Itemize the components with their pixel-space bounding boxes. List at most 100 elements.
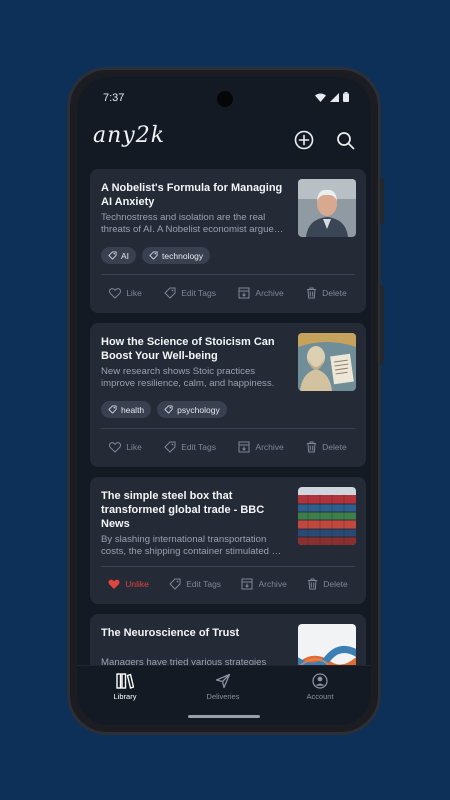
tag-icon — [108, 251, 117, 260]
article-description: Technostress and isolation are the real … — [101, 212, 284, 235]
article-card[interactable]: How the Science of Stoicism Can Boost Yo… — [90, 323, 366, 467]
edit-tags-label: Edit Tags — [181, 288, 217, 298]
tag-label: health — [121, 404, 145, 415]
heart-outline-icon — [109, 441, 122, 453]
trash-icon — [308, 578, 318, 590]
archive-button[interactable]: Archive — [238, 441, 284, 453]
tag-chip[interactable]: health — [101, 401, 152, 418]
archive-label: Archive — [255, 288, 284, 298]
tag-icon — [108, 405, 117, 414]
add-button[interactable] — [291, 127, 317, 153]
tag-chip[interactable]: technology — [142, 247, 211, 264]
unlike-button[interactable]: Unlike — [108, 579, 149, 590]
trash-icon — [307, 287, 317, 299]
nav-deliveries-label: Deliveries — [206, 692, 240, 701]
divider — [101, 566, 355, 567]
search-button[interactable] — [332, 127, 358, 153]
archive-button[interactable]: Archive — [241, 578, 287, 590]
tag-outline-icon — [164, 287, 176, 299]
article-card[interactable]: The simple steel box that transformed gl… — [90, 477, 366, 604]
heart-outline-icon — [109, 287, 122, 299]
divider — [101, 428, 355, 429]
article-thumbnail[interactable] — [298, 179, 356, 237]
tag-icon — [149, 251, 158, 260]
like-label: Like — [126, 288, 142, 298]
archive-label: Archive — [258, 579, 287, 589]
tag-outline-icon — [164, 441, 176, 453]
nav-library[interactable]: Library — [90, 673, 160, 701]
article-title[interactable]: The Neuroscience of Trust — [101, 626, 287, 640]
article-card[interactable]: A Nobelist's Formula for Managing AI Anx… — [90, 169, 366, 313]
archive-icon — [238, 441, 250, 453]
home-indicator[interactable] — [188, 715, 260, 718]
article-actions: Unlike Edit Tags Archive Delete — [90, 574, 366, 594]
stoic-bust-image — [298, 333, 356, 391]
delete-button[interactable]: Delete — [307, 578, 348, 590]
archive-icon — [241, 578, 253, 590]
delete-label: Delete — [322, 442, 347, 452]
like-button[interactable]: Like — [109, 441, 142, 453]
app-logo: any2k — [93, 123, 166, 148]
tag-icon — [164, 405, 173, 414]
article-title[interactable]: The simple steel box that transformed gl… — [101, 489, 287, 531]
screen: 7:37 any2k A Nobelist's Formula for Mana… — [77, 77, 371, 725]
like-label: Like — [126, 442, 142, 452]
edit-tags-button[interactable]: Edit Tags — [169, 578, 221, 590]
article-title[interactable]: A Nobelist's Formula for Managing AI Anx… — [101, 181, 287, 209]
volume-button — [380, 285, 384, 365]
portrait-image — [298, 179, 356, 237]
system-icons — [315, 92, 349, 102]
delete-label: Delete — [322, 288, 347, 298]
archive-icon — [238, 287, 250, 299]
app-bar: any2k — [77, 121, 371, 161]
library-icon — [116, 673, 134, 689]
article-card[interactable]: The Neuroscience of Trust Managers have … — [90, 614, 366, 665]
archive-button[interactable]: Archive — [238, 287, 284, 299]
divider — [101, 274, 355, 275]
article-description: By slashing international transportation… — [101, 534, 282, 557]
heart-filled-icon — [108, 579, 120, 589]
tag-chip[interactable]: AI — [101, 247, 137, 264]
article-description: Managers have tried various strategies — [101, 657, 267, 665]
nav-account-label: Account — [306, 692, 334, 701]
article-thumbnail[interactable] — [298, 487, 356, 545]
send-icon — [215, 673, 231, 689]
delete-label: Delete — [323, 579, 348, 589]
article-thumbnail[interactable] — [298, 624, 356, 665]
account-icon — [312, 673, 328, 689]
signal-icon — [330, 92, 339, 102]
status-time: 7:37 — [103, 92, 125, 104]
article-title[interactable]: How the Science of Stoicism Can Boost Yo… — [101, 335, 287, 363]
unlike-label: Unlike — [125, 579, 149, 589]
tag-chip[interactable]: psychology — [157, 401, 227, 418]
wifi-icon — [315, 93, 326, 102]
trash-icon — [307, 441, 317, 453]
tag-outline-icon — [169, 578, 181, 590]
archive-label: Archive — [255, 442, 284, 452]
nav-library-label: Library — [113, 692, 137, 701]
add-circle-icon — [294, 130, 314, 150]
search-icon — [336, 131, 354, 149]
article-description: New research shows Stoic practices impro… — [101, 366, 275, 389]
battery-icon — [343, 92, 349, 102]
edit-tags-button[interactable]: Edit Tags — [164, 287, 216, 299]
power-button — [380, 178, 384, 224]
tag-label: technology — [162, 250, 204, 261]
tag-label: AI — [121, 250, 130, 261]
article-actions: Like Edit Tags Archive Delete — [90, 437, 366, 457]
tag-list: AI technology — [101, 247, 211, 264]
edit-tags-button[interactable]: Edit Tags — [164, 441, 216, 453]
article-actions: Like Edit Tags Archive Delete — [90, 283, 366, 303]
status-bar: 7:37 — [77, 77, 371, 117]
nav-account[interactable]: Account — [285, 673, 355, 701]
rope-knot-image — [298, 624, 356, 665]
article-list[interactable]: A Nobelist's Formula for Managing AI Anx… — [90, 169, 366, 665]
delete-button[interactable]: Delete — [306, 287, 347, 299]
tag-label: psychology — [177, 404, 220, 415]
nav-deliveries[interactable]: Deliveries — [188, 673, 258, 701]
article-thumbnail[interactable] — [298, 333, 356, 391]
shipping-containers-image — [298, 487, 356, 545]
front-camera — [217, 91, 233, 107]
delete-button[interactable]: Delete — [306, 441, 347, 453]
like-button[interactable]: Like — [109, 287, 142, 299]
